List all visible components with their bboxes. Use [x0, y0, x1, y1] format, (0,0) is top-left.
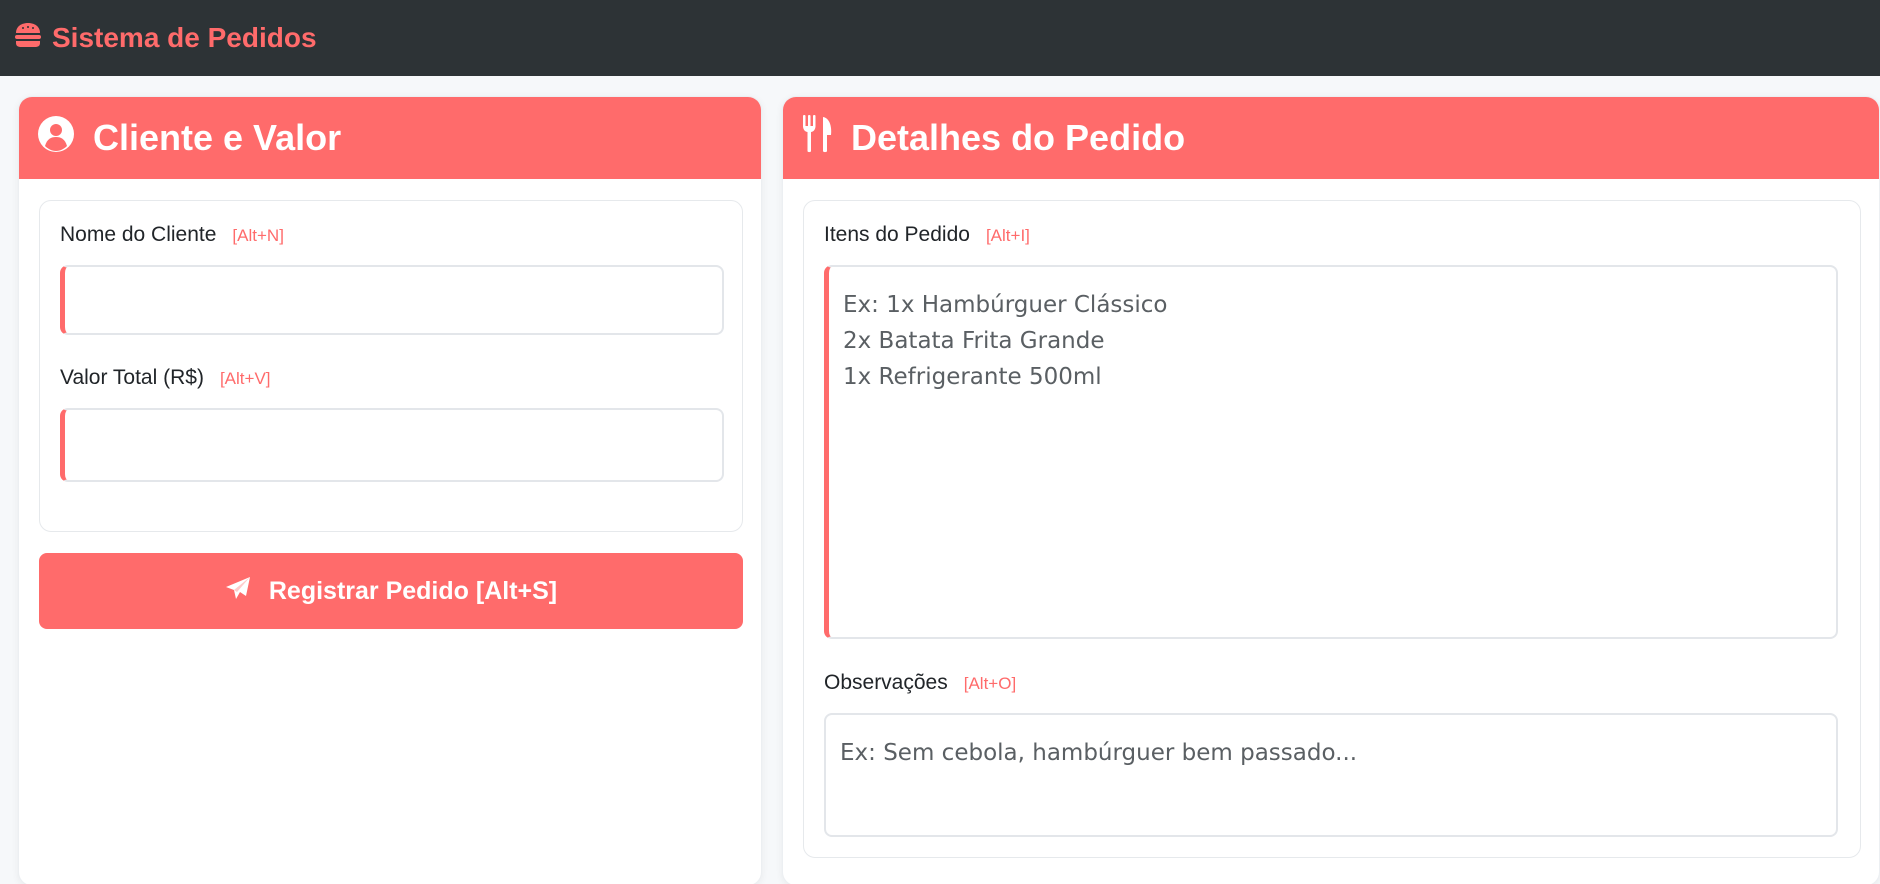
total-value-label: Valor Total (R$) — [60, 366, 204, 389]
notes-label: Observações — [824, 671, 948, 694]
navbar: Sistema de Pedidos — [0, 0, 1880, 76]
submit-order-label: Registrar Pedido [Alt+S] — [268, 576, 558, 605]
order-notes-textarea[interactable] — [824, 713, 1838, 837]
client-card-title: Cliente e Valor — [93, 117, 342, 158]
items-label: Itens do Pedido — [824, 223, 970, 246]
submit-order-button[interactable]: Registrar Pedido [Alt+S] — [39, 553, 743, 629]
client-card: Cliente e Valor Nome do Cliente [Alt+N] … — [18, 96, 762, 884]
client-name-hotkey: [Alt+N] — [232, 226, 284, 245]
client-card-header: Cliente e Valor — [19, 97, 761, 179]
notes-label-row: Observações [Alt+O] — [824, 671, 1016, 695]
items-label-row: Itens do Pedido [Alt+I] — [824, 223, 1030, 247]
order-form-panel: Itens do Pedido [Alt+I] Observações [Alt… — [803, 200, 1861, 858]
order-details-card: Detalhes do Pedido Itens do Pedido [Alt+… — [782, 96, 1880, 884]
burger-icon — [14, 21, 52, 56]
order-details-header: Detalhes do Pedido — [783, 97, 1879, 179]
total-value-hotkey: [Alt+V] — [219, 369, 271, 388]
client-name-input[interactable] — [60, 265, 724, 335]
user-circle-icon — [37, 115, 93, 162]
client-name-label: Nome do Cliente — [60, 223, 217, 246]
notes-hotkey: [Alt+O] — [963, 674, 1017, 693]
order-details-title: Detalhes do Pedido — [851, 117, 1186, 158]
paper-plane-icon — [225, 576, 269, 607]
total-value-label-row: Valor Total (R$) [Alt+V] — [60, 366, 271, 390]
app-title: Sistema de Pedidos — [52, 22, 317, 53]
total-value-input[interactable] — [60, 408, 724, 482]
app-brand[interactable]: Sistema de Pedidos — [14, 21, 317, 56]
client-form-panel: Nome do Cliente [Alt+N] Valor Total (R$)… — [39, 200, 743, 532]
order-items-textarea[interactable] — [824, 265, 1838, 639]
client-name-label-row: Nome do Cliente [Alt+N] — [60, 223, 284, 247]
items-hotkey: [Alt+I] — [985, 226, 1030, 245]
utensils-icon — [801, 114, 851, 162]
